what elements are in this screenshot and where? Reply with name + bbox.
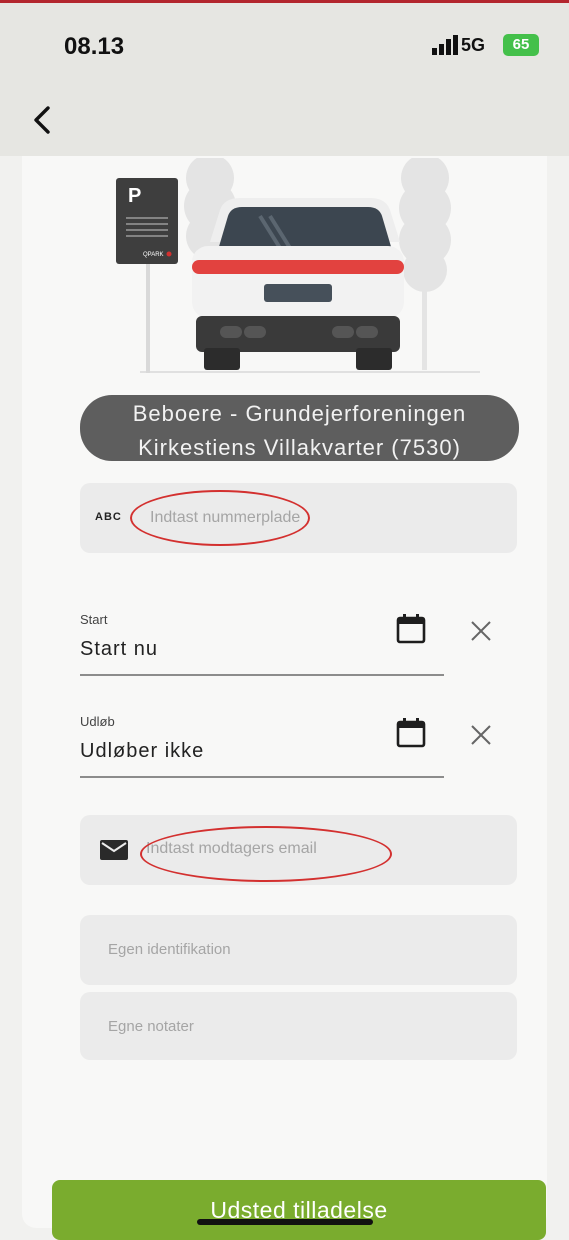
expiry-calendar-icon[interactable] (396, 718, 426, 748)
expiry-clear-icon[interactable] (470, 724, 492, 746)
expiry-field[interactable]: Udløb Udløber ikke (80, 714, 444, 778)
license-plate-field[interactable]: ABC Indtast nummerplade (80, 483, 517, 553)
battery-icon: 65 (503, 34, 539, 56)
recipient-email-field[interactable]: Indtast modtagers email (80, 815, 517, 885)
parking-sign: P QPARK (116, 178, 178, 373)
expiry-label: Udløb (80, 714, 115, 729)
license-plate-input[interactable]: Indtast nummerplade (150, 509, 300, 527)
sign-brand: QPARK (143, 252, 164, 258)
home-indicator[interactable] (197, 1219, 373, 1225)
own-notes-input[interactable]: Egne notater (108, 1018, 194, 1035)
envelope-icon (100, 840, 128, 860)
signal-icon (432, 35, 458, 55)
start-label: Start (80, 612, 108, 627)
network-type: 5G (461, 35, 486, 55)
own-notes-field[interactable]: Egne notater (80, 992, 517, 1060)
lot-name-banner: Beboere - Grundejerforeningen Kirkestien… (80, 395, 519, 461)
own-identification-input[interactable]: Egen identifikation (108, 941, 231, 958)
lot-name-line-2: Kirkestiens Villakvarter (7530) (138, 435, 461, 460)
chevron-left-icon (34, 106, 50, 134)
start-field[interactable]: Start Start nu (80, 612, 444, 676)
parked-car-illustration: P QPARK (116, 158, 480, 373)
own-identification-field[interactable]: Egen identifikation (80, 915, 517, 985)
issue-permit-button[interactable]: Udsted tilladelse (52, 1180, 546, 1240)
start-value[interactable]: Start nu (80, 638, 158, 661)
nav-bar (0, 88, 569, 156)
recipient-email-input[interactable]: Indtast modtagers email (146, 840, 317, 858)
lot-name-line-1: Beboere - Grundejerforeningen (132, 401, 467, 426)
sign-letter: P (128, 185, 141, 207)
plate-badge-icon: ABC (95, 511, 122, 523)
start-clear-icon[interactable] (470, 620, 492, 642)
status-bar: 08.13 5G 65 (0, 3, 569, 88)
car-icon (192, 198, 404, 370)
status-time: 08.13 (64, 33, 125, 60)
back-button[interactable] (26, 102, 62, 138)
start-calendar-icon[interactable] (396, 614, 426, 644)
expiry-value[interactable]: Udløber ikke (80, 740, 204, 763)
